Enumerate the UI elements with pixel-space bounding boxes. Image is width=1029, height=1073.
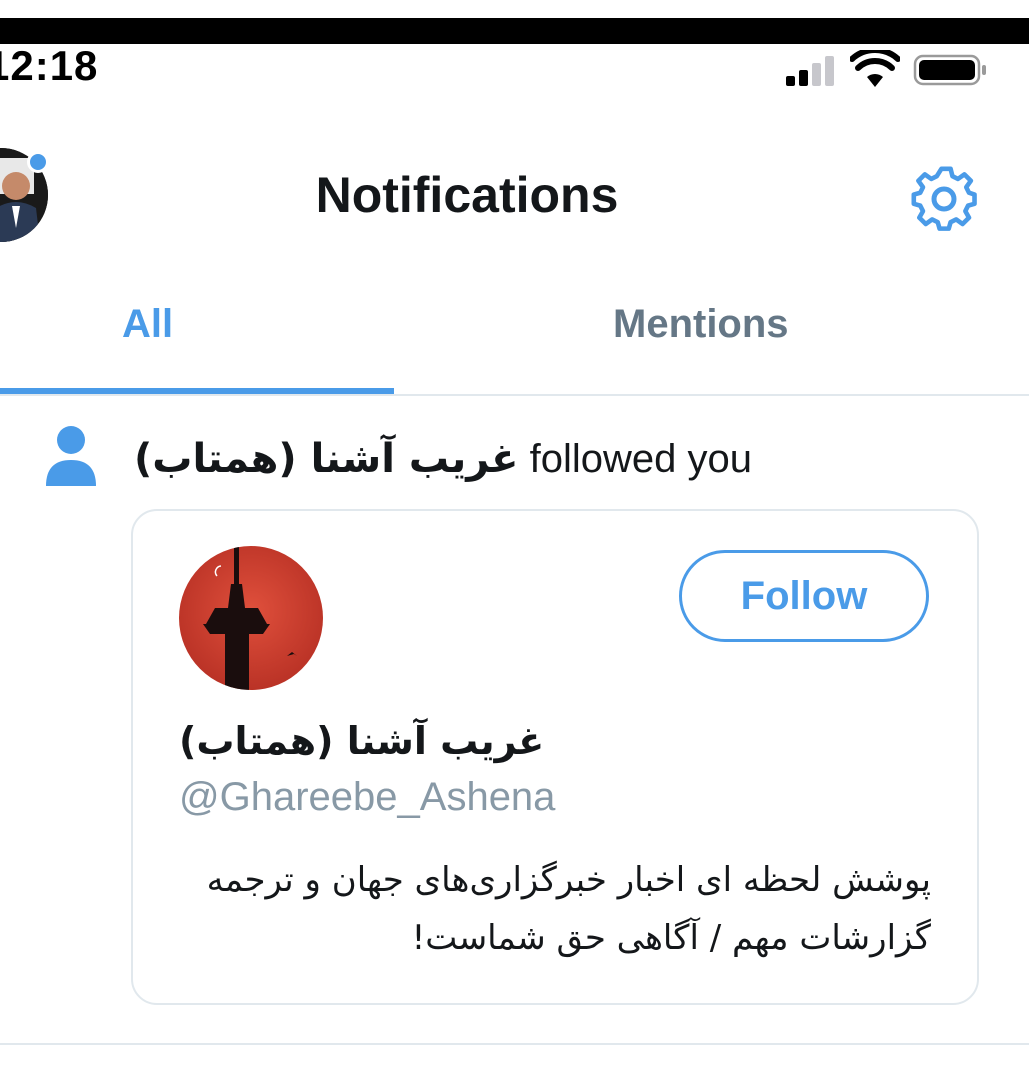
tab-mentions[interactable]: Mentions	[613, 302, 789, 347]
cellular-signal-icon	[786, 56, 840, 86]
person-icon	[46, 426, 96, 486]
user-card-name: غریب آشنا (همتاب)	[179, 719, 545, 763]
gear-icon[interactable]	[910, 166, 978, 232]
active-tab-indicator	[0, 388, 394, 394]
notifications-tabs: All Mentions	[0, 278, 1029, 396]
user-card[interactable]: Follow غریب آشنا (همتاب) @Ghareebe_Ashen…	[131, 509, 979, 1005]
list-divider	[0, 1043, 1029, 1045]
follow-button[interactable]: Follow	[679, 550, 929, 642]
notification-user-name[interactable]: غریب آشنا (همتاب)	[134, 436, 518, 482]
user-card-avatar[interactable]	[179, 546, 323, 690]
status-time: 12:18	[0, 42, 99, 89]
notifications-screen: 12:18 Notifications All Ment	[0, 0, 1029, 1073]
wifi-icon	[850, 50, 900, 87]
top-black-bar	[0, 18, 1029, 44]
battery-icon	[913, 54, 986, 86]
tab-all[interactable]: All	[122, 302, 173, 347]
user-card-handle: @Ghareebe_Ashena	[179, 775, 556, 819]
notification-action: followed you	[518, 437, 752, 481]
page-title: Notifications	[315, 167, 619, 223]
notification-text: غریب آشنا (همتاب) followed you	[134, 436, 752, 482]
user-card-bio: پوشش لحظه ای اخبار خبرگزاری‌های جهان و ت…	[206, 860, 931, 958]
